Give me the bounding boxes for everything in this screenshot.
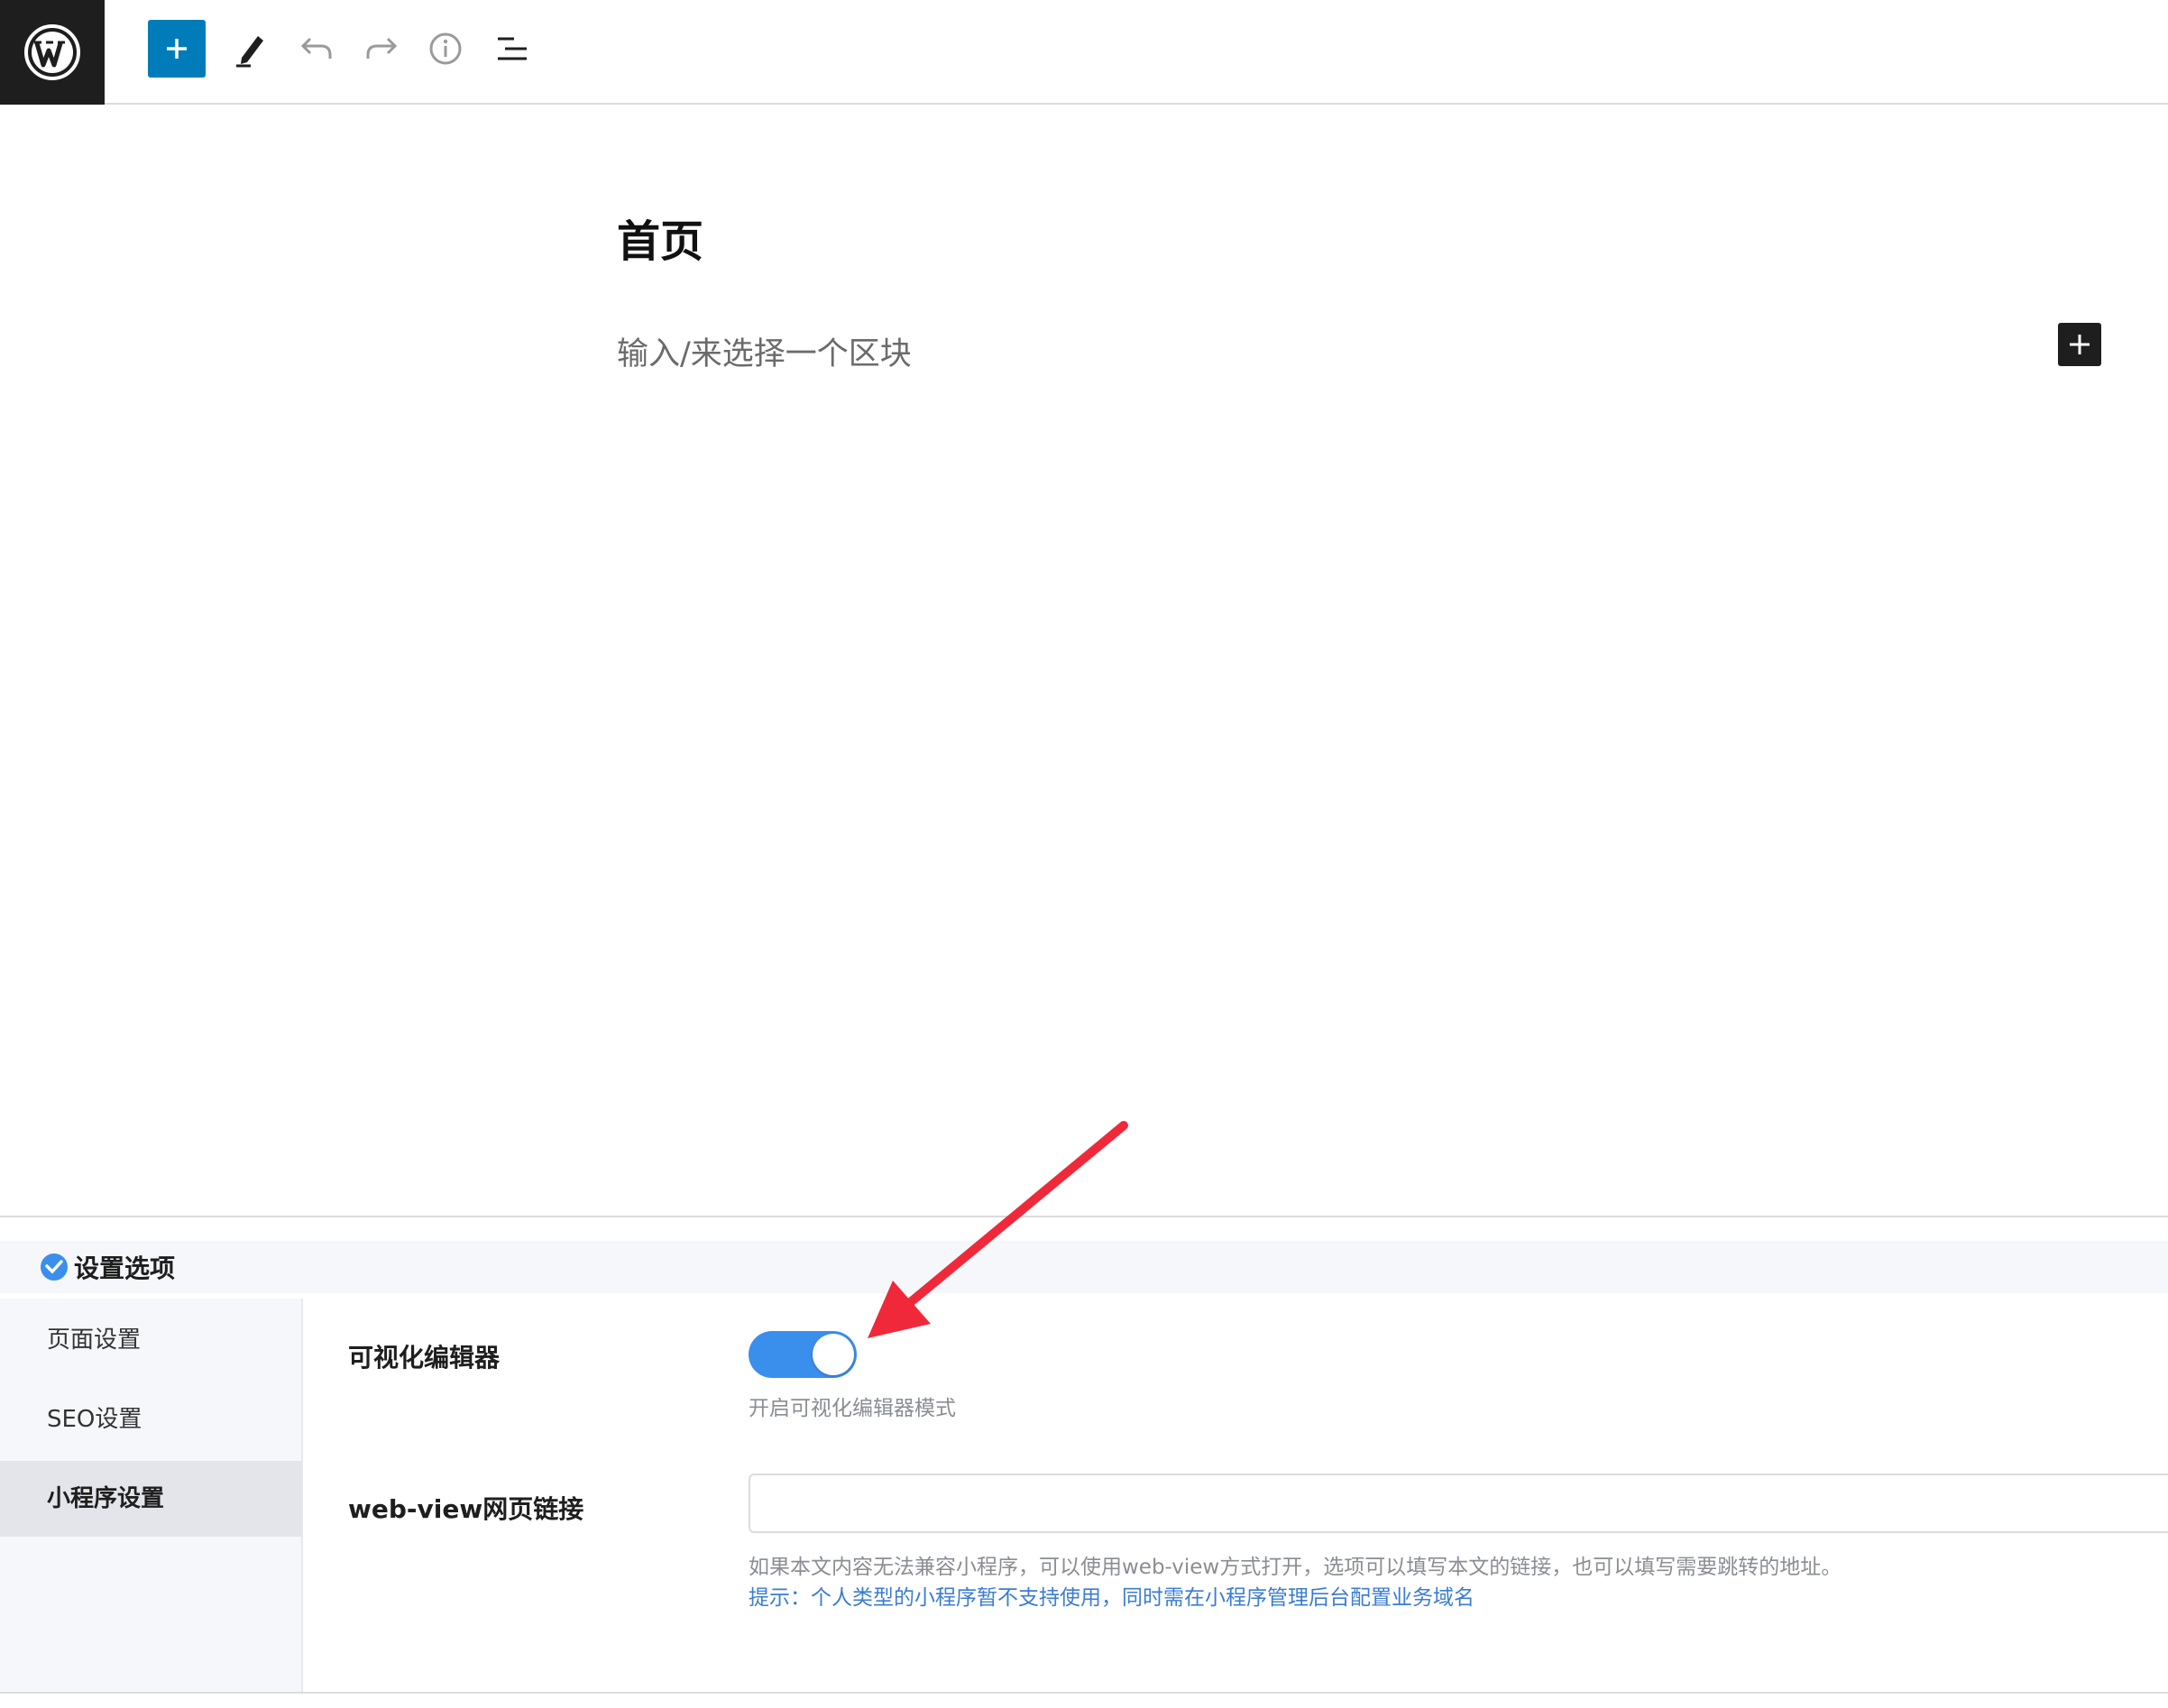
info-icon [429,32,462,65]
plus-icon [2070,335,2090,354]
add-block-button[interactable] [148,20,206,78]
redo-button[interactable] [352,20,409,78]
block-inserter-button[interactable] [2058,323,2101,366]
toggle-knob [813,1334,854,1375]
undo-button[interactable] [289,20,346,78]
nav-item-page-settings[interactable]: 页面设置 [0,1302,301,1378]
visual-editor-hint: 开启可视化编辑器模式 [749,1397,956,1420]
details-button[interactable] [417,20,474,78]
webview-label: web-view网页链接 [348,1494,584,1524]
visual-editor-toggle[interactable] [749,1331,857,1378]
webview-url-input[interactable] [749,1474,2168,1533]
webview-hint: 如果本文内容无法兼容小程序，可以使用web-view方式打开，选项可以填写本文的… [749,1556,1842,1579]
settings-meta-box: 设置选项 页面设置 SEO设置 小程序设置 [0,1216,2168,1694]
nav-item-seo-settings[interactable]: SEO设置 [0,1382,301,1457]
meta-box-title: 设置选项 [74,1253,176,1283]
editor-toolbar [0,0,2168,105]
meta-box-header[interactable]: 设置选项 [0,1241,2168,1293]
wordpress-icon[interactable] [0,0,105,105]
webview-tip: 提示：个人类型的小程序暂不支持使用，同时需在小程序管理后台配置业务域名 [749,1586,1474,1610]
pencil-icon [236,36,263,68]
settings-nav: 页面设置 SEO设置 小程序设置 [0,1299,303,1692]
nav-item-miniprogram-settings[interactable]: 小程序设置 [0,1461,301,1537]
visual-editor-label: 可视化编辑器 [348,1343,501,1373]
post-title[interactable]: 首页 [617,206,703,269]
check-badge-icon [41,1253,68,1281]
redo-icon [366,37,398,59]
undo-icon [300,37,332,59]
list-view-icon [498,37,527,60]
block-placeholder[interactable]: 输入/来选择一个区块 [617,328,912,374]
plus-icon [167,39,187,59]
tools-button[interactable] [222,20,280,78]
list-view-button[interactable] [483,20,541,78]
